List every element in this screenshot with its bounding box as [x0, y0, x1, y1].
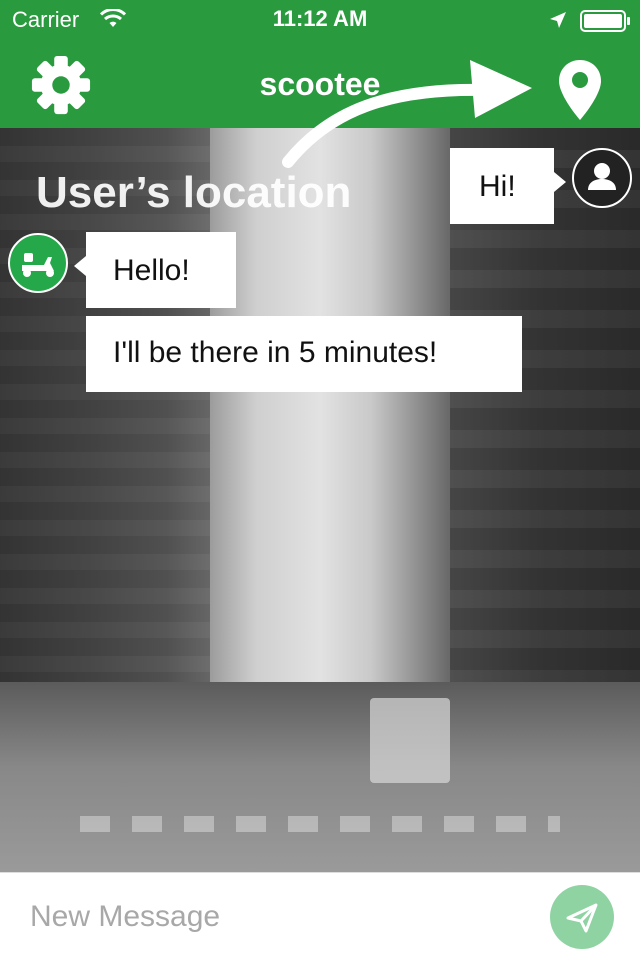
person-icon: [588, 163, 616, 190]
send-icon: [566, 903, 598, 933]
location-pin-icon[interactable]: [556, 58, 604, 122]
background-street: [0, 682, 640, 872]
location-label: User’s location: [36, 168, 352, 217]
chat-bubble-incoming: Hello!: [74, 232, 236, 308]
background-building-left: [0, 128, 210, 728]
chat-bubble-outgoing: Hi!: [450, 148, 566, 224]
user-avatar[interactable]: [572, 148, 632, 208]
background-building-right: [450, 128, 640, 768]
scooter-icon: [22, 253, 54, 277]
send-button[interactable]: [550, 885, 614, 949]
status-bar: Carrier 11:12 AM: [0, 0, 640, 40]
message-text: I'll be there in 5 minutes!: [113, 336, 438, 369]
message-composer: [0, 872, 640, 960]
message-input[interactable]: [30, 893, 510, 941]
background-crosswalk: [80, 816, 560, 832]
driver-avatar[interactable]: [8, 233, 68, 293]
location-services-icon: [550, 12, 566, 28]
chat-bubble-incoming: I'll be there in 5 minutes!: [86, 316, 522, 392]
message-text: Hi!: [479, 170, 516, 203]
background-bus: [370, 698, 450, 783]
clock: 11:12 AM: [272, 6, 368, 31]
message-text: Hello!: [113, 254, 190, 287]
battery-icon: [580, 10, 630, 32]
